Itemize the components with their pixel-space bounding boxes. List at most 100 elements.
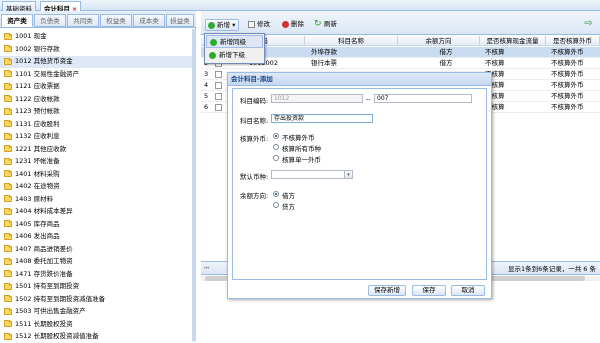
tree-item[interactable]: 1122 应收帐款 (0, 94, 192, 106)
name-field[interactable]: 存出投资款 (271, 114, 373, 123)
tree-item-label: 1101 交易性金融资产 (15, 69, 80, 78)
folder-icon (4, 220, 12, 227)
edit-button[interactable]: 修改 (246, 19, 270, 31)
tree-item[interactable]: 1131 应收股利 (0, 119, 192, 131)
tree-item[interactable]: 1512 长期股权投资减值准备 (0, 331, 192, 343)
foreign-option-radio[interactable] (273, 155, 279, 161)
direction-option-radio[interactable] (273, 191, 279, 197)
tree-item[interactable]: 1501 持有至到期投资 (0, 281, 192, 293)
row-checkbox[interactable] (215, 93, 222, 100)
add-icon (208, 22, 215, 29)
row-checkbox[interactable] (215, 82, 222, 89)
tree-item-label: 1406 发出商品 (15, 232, 60, 240)
name-column-header[interactable]: 科目名称 (305, 36, 398, 46)
account-tree-panel: 资产类 负债类 共同类 权益类 成本类 损益类 1001 现金 1002 银行存款… (0, 11, 196, 343)
cell-direction: 借方 (439, 59, 453, 67)
tree-item[interactable]: 1404 材料成本差异 (0, 206, 192, 218)
tree-scrollbar[interactable] (192, 29, 196, 343)
folder-icon (4, 32, 12, 40)
direction-column-header[interactable]: 余额方向 (398, 36, 480, 46)
tree-item[interactable]: 1132 应收利息 (0, 131, 192, 143)
tree-item[interactable]: 1101 交易性金融资产 (0, 69, 192, 81)
tab-profit-loss[interactable]: 损益类 (166, 14, 194, 27)
folder-icon (4, 270, 12, 277)
direction-option-label[interactable]: 借方 (282, 190, 295, 200)
tab-equity[interactable]: 权益类 (100, 14, 132, 27)
tree-item[interactable]: 1407 商品进销差价 (0, 244, 192, 256)
foreign-option-label[interactable]: 核算单一外币 (282, 154, 321, 164)
row-checkbox[interactable] (215, 104, 222, 111)
foreign-option-radio[interactable] (273, 133, 279, 139)
menu-item-label: 新增下级 (219, 51, 245, 59)
tree-item[interactable]: 1406 发出商品 (0, 231, 192, 243)
tree-item[interactable]: 1503 可供出售金融资产 (0, 306, 192, 318)
foreign-label: 核算外币: (240, 135, 269, 143)
foreign-option-label[interactable]: 不核算外币 (282, 132, 315, 142)
delete-button[interactable]: 删除 (280, 19, 304, 31)
cell-cashflow: 不核算 (485, 59, 505, 67)
folder-icon (4, 45, 12, 52)
folder-icon (4, 157, 12, 165)
tree-item[interactable]: 1408 委托加工物资 (0, 256, 192, 268)
folder-icon (4, 57, 12, 65)
tree-item-label: 1405 库存商品 (15, 219, 60, 228)
exit-icon[interactable]: ⇨ (583, 19, 594, 29)
refresh-button[interactable]: ↻ 刷新 (313, 19, 337, 31)
account-tree: 1001 现金 1002 银行存款 1012 其他货币资金 1101 交易性金融资产 1… (0, 29, 192, 343)
refresh-button-label: 刷新 (324, 20, 337, 28)
new-button[interactable]: 新增 ▾ (205, 19, 240, 31)
row-checkbox[interactable] (215, 71, 222, 78)
tab-basic-data[interactable]: 基础资料 (2, 1, 36, 13)
tree-item[interactable]: 1511 长期股权投资 (0, 319, 192, 331)
first-page-icon[interactable]: ⏮ (204, 265, 210, 273)
tab-common[interactable]: 共同类 (67, 14, 99, 27)
tree-item[interactable]: 1002 银行存款 (0, 44, 192, 56)
foreign-column-header[interactable]: 是否核算外币 (546, 36, 600, 46)
tree-item[interactable]: 1502 持有至到期投资减值准备 (0, 294, 192, 306)
tree-item[interactable]: 1012 其他货币资金 (0, 56, 192, 68)
tree-item[interactable]: 1471 存货跌价准备 (0, 269, 192, 281)
tree-item[interactable]: 1121 应收票据 (0, 81, 192, 93)
tree-item-label: 1502 持有至到期投资减值准备 (15, 294, 106, 303)
foreign-option-radio[interactable] (273, 144, 279, 150)
cell-foreign: 不核算外币 (551, 70, 584, 78)
save-button[interactable]: 保存 (412, 285, 446, 296)
direction-option-label[interactable]: 贷方 (282, 201, 295, 211)
tree-item[interactable]: 1403 原材料 (0, 194, 192, 206)
code-suffix-field[interactable]: 007 (374, 94, 472, 103)
dialog-form: 科目编码: 1012 -- 007 科目名称: 存出投资款 核算外币: 不核算外… (232, 88, 487, 280)
tab-assets[interactable]: 资产类 (1, 14, 33, 27)
tree-item[interactable]: 1401 材料采购 (0, 169, 192, 181)
tree-item[interactable]: 1001 现金 (0, 31, 192, 43)
folder-icon (4, 95, 12, 102)
tree-item-label: 1221 其他应收款 (15, 144, 67, 153)
folder-icon (4, 282, 12, 290)
tree-item[interactable]: 1231 坏帐准备 (0, 156, 192, 168)
cashflow-column-header[interactable]: 是否核算现金流量 (480, 36, 546, 46)
currency-select[interactable] (271, 170, 345, 179)
code-separator: -- (366, 95, 371, 103)
cell-foreign: 不核算外币 (551, 48, 584, 56)
cell-cashflow: 不核算 (485, 92, 505, 100)
tree-scrollbar-thumb[interactable] (192, 29, 196, 341)
tab-liabilities[interactable]: 负债类 (34, 14, 66, 27)
tree-item[interactable]: 1123 预付帐款 (0, 106, 192, 118)
menu-item-new-same-level[interactable]: 新增同级 (206, 35, 263, 48)
tree-item[interactable]: 1405 库存商品 (0, 219, 192, 231)
cancel-button[interactable]: 取消 (451, 285, 485, 296)
dialog-header[interactable]: 会计科目-添加 (228, 73, 491, 86)
new-dropdown-menu: 新增同级 新增下级 (204, 33, 265, 64)
tree-item[interactable]: 1221 其他应收款 (0, 144, 192, 156)
menu-item-new-sub-level[interactable]: 新增下级 (206, 49, 263, 62)
tree-item[interactable]: 1402 在途物资 (0, 181, 192, 193)
currency-label: 默认币种: (240, 173, 269, 181)
tab-cost[interactable]: 成本类 (133, 14, 165, 27)
folder-icon (4, 70, 12, 77)
direction-label: 余额方向: (240, 192, 269, 200)
foreign-option-label[interactable]: 核算所有币种 (282, 143, 321, 153)
direction-option-radio[interactable] (273, 202, 279, 208)
add-icon (210, 39, 217, 46)
chevron-down-icon[interactable]: ▾ (345, 170, 353, 179)
save-new-button[interactable]: 保存新增 (368, 285, 406, 296)
tree-item-label: 1122 应收帐款 (15, 94, 60, 103)
